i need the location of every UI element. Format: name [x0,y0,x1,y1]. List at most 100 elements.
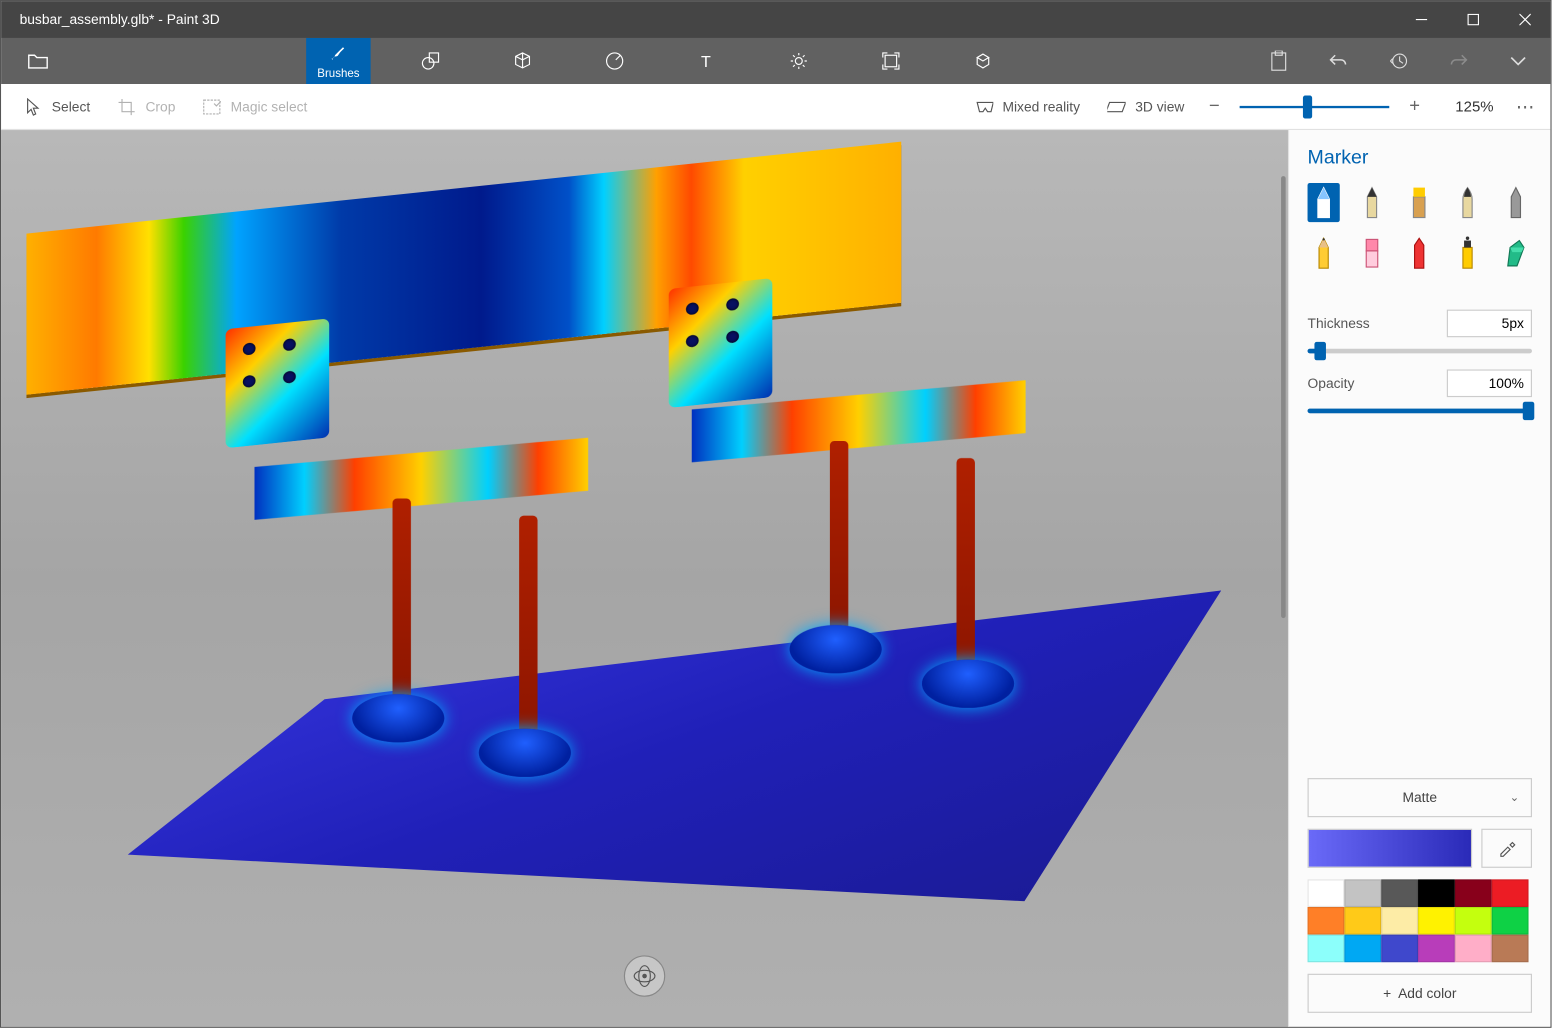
eyedropper-icon [1497,839,1515,857]
chevron-down-icon: ⌄ [1510,791,1520,804]
paste-button[interactable] [1260,43,1297,80]
thickness-slider[interactable] [1308,349,1532,354]
folder-icon [28,52,49,70]
color-swatch[interactable] [1308,935,1345,963]
material-select[interactable]: Matte ⌄ [1308,778,1532,817]
history-button[interactable] [1380,43,1417,80]
brush-watercolor[interactable] [1452,183,1484,222]
chevron-down-icon [1509,55,1527,67]
opacity-row: Opacity [1308,369,1532,397]
svg-text:T: T [701,53,711,71]
undo-icon [1328,52,1349,70]
color-swatch[interactable] [1381,935,1418,963]
color-swatch[interactable] [1344,879,1381,907]
color-swatch[interactable] [1344,907,1381,935]
plus-icon: + [1383,985,1391,1001]
color-palette [1308,879,1532,962]
canvas-scrollbar[interactable] [1279,176,1286,981]
zoom-slider[interactable] [1240,105,1390,107]
brush-calligraphy[interactable] [1356,183,1388,222]
zoom-value[interactable]: 125% [1440,98,1509,115]
magic-select-tool[interactable]: Magic select [189,83,321,129]
workspace: Marker Thickness Opacity [1,130,1550,1027]
close-button[interactable] [1499,1,1551,38]
3d-model[interactable] [1,130,1288,1027]
color-swatch[interactable] [1492,935,1529,963]
2d-shapes-icon [419,49,442,72]
magic-select-icon [203,97,221,115]
color-swatch[interactable] [1455,907,1492,935]
color-swatch[interactable] [1492,907,1529,935]
tab-stickers[interactable] [582,38,646,84]
thickness-label: Thickness [1308,315,1370,331]
brush-oil[interactable] [1404,183,1436,222]
window-title: busbar_assembly.glb* - Paint 3D [1,12,1395,28]
more-options-button[interactable]: ⋯ [1509,95,1541,118]
brush-icon [327,42,350,65]
crop-icon [118,97,136,115]
cursor-icon [24,97,42,115]
minimize-button[interactable] [1395,1,1447,38]
canvas-3d-viewport[interactable] [1,130,1288,1027]
clipboard-icon [1270,51,1288,72]
add-color-button[interactable]: + Add color [1308,974,1532,1013]
sub-toolbar: Select Crop Magic select Mixed reality 3… [1,84,1550,130]
ribbon-bar: Brushes T [1,38,1550,84]
current-color[interactable] [1308,829,1473,868]
thickness-row: Thickness [1308,310,1532,338]
zoom-out-button[interactable]: − [1198,90,1230,122]
mixed-reality-button[interactable]: Mixed reality [961,83,1094,129]
zoom-in-button[interactable]: + [1398,90,1430,122]
tab-effects[interactable] [767,38,831,84]
zoom-controls: − + 125% [1198,90,1509,122]
tab-text[interactable]: T [674,38,738,84]
title-bar: busbar_assembly.glb* - Paint 3D [1,1,1550,38]
brush-crayon[interactable] [1404,234,1436,273]
3d-view-button[interactable]: 3D view [1094,83,1198,129]
color-swatch[interactable] [1381,879,1418,907]
color-swatch[interactable] [1308,907,1345,935]
color-swatch[interactable] [1418,879,1455,907]
color-swatch[interactable] [1455,935,1492,963]
redo-icon [1448,52,1469,70]
maximize-button[interactable] [1447,1,1499,38]
app-window: busbar_assembly.glb* - Paint 3D Brushes … [0,0,1552,1028]
color-swatch[interactable] [1492,879,1529,907]
3d-view-icon [1108,97,1126,115]
crop-tool[interactable]: Crop [104,83,189,129]
brush-marker[interactable] [1308,183,1340,222]
color-swatch[interactable] [1418,935,1455,963]
tab-brushes[interactable]: Brushes [306,38,370,84]
tab-3d-library[interactable] [951,38,1015,84]
brush-eraser[interactable] [1356,234,1388,273]
3d-shapes-icon [511,49,534,72]
brush-fill[interactable] [1500,234,1532,273]
undo-button[interactable] [1320,43,1357,80]
stickers-icon [603,49,626,72]
color-swatch[interactable] [1418,907,1455,935]
side-panel: Marker Thickness Opacity [1288,130,1550,1027]
tab-canvas[interactable] [859,38,923,84]
brush-spray[interactable] [1452,234,1484,273]
effects-icon [787,49,810,72]
select-tool[interactable]: Select [10,83,104,129]
thickness-input[interactable] [1447,310,1532,338]
history-icon [1388,51,1409,72]
brush-pencil[interactable] [1308,234,1340,273]
color-swatch[interactable] [1308,879,1345,907]
color-swatch[interactable] [1381,907,1418,935]
eyedropper-button[interactable] [1481,829,1532,868]
expand-panel-button[interactable] [1500,43,1537,80]
brush-pixel[interactable] [1500,183,1532,222]
tab-3d-shapes[interactable] [490,38,554,84]
color-swatch[interactable] [1455,879,1492,907]
canvas-icon [879,49,902,72]
redo-button[interactable] [1440,43,1477,80]
menu-button[interactable] [1,38,75,84]
side-panel-title: Marker [1308,146,1532,169]
opacity-slider[interactable] [1308,409,1532,414]
tab-2d-shapes[interactable] [398,38,462,84]
orbit-control-icon[interactable] [624,955,665,996]
color-swatch[interactable] [1344,935,1381,963]
opacity-input[interactable] [1447,369,1532,397]
